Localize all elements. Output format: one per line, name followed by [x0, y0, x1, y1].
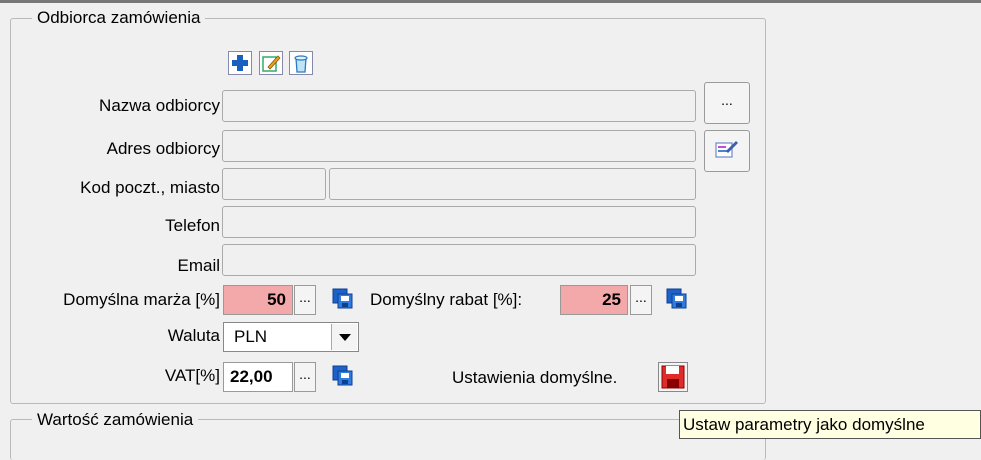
- recipient-address-field[interactable]: [222, 130, 696, 162]
- default-discount-input[interactable]: 25: [560, 285, 628, 315]
- currency-value: PLN: [234, 327, 268, 346]
- edit-icon[interactable]: [259, 51, 283, 75]
- phone-label: Telefon: [165, 216, 220, 235]
- default-discount-dots-button[interactable]: ...: [630, 285, 652, 315]
- discount-save-icon[interactable]: [665, 287, 691, 313]
- email-label: Email: [177, 256, 220, 275]
- recipient-address-label: Adres odbiorcy: [106, 139, 220, 158]
- tooltip: Ustaw parametry jako domyślne: [679, 410, 981, 439]
- order-value-group-title: Wartość zamówienia: [32, 410, 199, 430]
- postal-code-field[interactable]: [222, 168, 326, 200]
- top-border: [0, 0, 981, 3]
- browse-recipient-button[interactable]: ...: [704, 82, 750, 124]
- floppy-disk-icon: [661, 365, 685, 389]
- vat-save-icon[interactable]: [331, 364, 357, 390]
- default-margin-input[interactable]: 50: [223, 285, 293, 315]
- currency-dropdown-button[interactable]: [331, 324, 357, 350]
- chevron-down-icon: [339, 334, 351, 341]
- address-book-icon: [714, 137, 740, 175]
- margin-save-icon[interactable]: [331, 287, 357, 313]
- email-field[interactable]: [222, 244, 696, 276]
- phone-field[interactable]: [222, 206, 696, 238]
- city-field[interactable]: [329, 168, 696, 200]
- postal-city-label: Kod poczt., miasto: [80, 178, 220, 197]
- vat-dots-button[interactable]: ...: [294, 362, 316, 392]
- default-margin-dots-button[interactable]: ...: [294, 285, 316, 315]
- default-margin-label: Domyślna marża [%]: [63, 290, 220, 309]
- recipient-name-field[interactable]: [222, 90, 696, 122]
- vat-input[interactable]: 22,00: [223, 362, 293, 392]
- vat-label: VAT[%]: [164, 366, 220, 385]
- recipient-name-label: Nazwa odbiorcy: [99, 96, 220, 115]
- recipient-group-title: Odbiorca zamówienia: [32, 8, 206, 28]
- delete-icon[interactable]: [289, 51, 313, 75]
- default-settings-label: Ustawienia domyślne.: [452, 368, 618, 387]
- address-book-button[interactable]: [704, 130, 750, 172]
- currency-select[interactable]: PLN: [223, 322, 359, 352]
- add-icon[interactable]: [228, 51, 252, 75]
- save-defaults-button[interactable]: [658, 362, 688, 392]
- default-discount-label: Domyślny rabat [%]:: [370, 290, 523, 309]
- currency-label: Waluta: [167, 326, 220, 345]
